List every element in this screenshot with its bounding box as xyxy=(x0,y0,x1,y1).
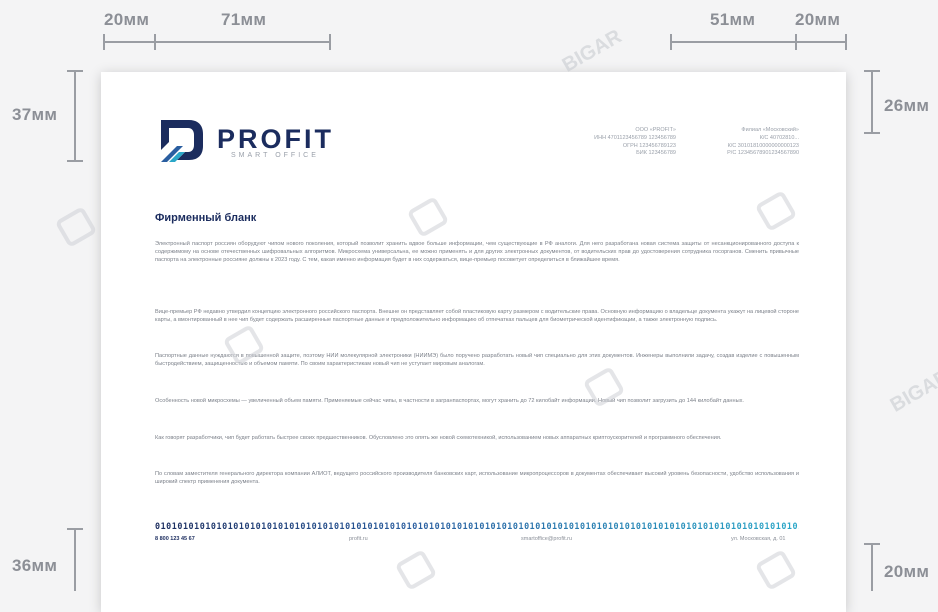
letterhead-sheet: PROFIT SMART OFFICE ООО «PROFIT» ИНН 470… xyxy=(101,72,846,612)
requisites-left: ООО «PROFIT» ИНН 4701123456789 123456789… xyxy=(556,127,676,158)
dim-top-right: 20мм xyxy=(795,10,841,29)
dim-tick xyxy=(670,34,672,50)
requisite-line: Р/С 12345678901234567890 xyxy=(727,150,799,157)
footer-address: ул. Московская, д. 01 xyxy=(731,536,786,542)
body-paragraph: Как говорят разработчики, чип будет рабо… xyxy=(155,435,722,441)
dim-rule-right-bottom xyxy=(871,543,873,591)
body-paragraph: Особенность новой микросхемы — увеличенн… xyxy=(155,398,744,404)
dim-right-top: 26мм xyxy=(884,96,930,115)
dim-tick xyxy=(67,528,83,530)
dim-rule-top-left xyxy=(103,41,331,43)
footer-email: smartoffice@profit.ru xyxy=(521,536,573,542)
dim-rule-top-right xyxy=(670,41,847,43)
requisite-line: ОГРН 123456789123 xyxy=(622,142,676,149)
dim-tick xyxy=(864,70,880,72)
watermark-icon xyxy=(54,206,98,248)
dim-right-bottom: 20мм xyxy=(884,562,930,581)
footer-phone: 8 800 123 45 67 xyxy=(155,536,195,542)
dim-tick xyxy=(67,160,83,162)
requisite-line: БИК 123456789 xyxy=(636,150,676,157)
requisite-line: ИНН 4701123456789 123456789 xyxy=(594,134,676,141)
body-paragraph: По словам заместителя генерального дирек… xyxy=(155,471,799,486)
requisite-line: Филиал «Московский» xyxy=(741,127,799,133)
dim-tick xyxy=(845,34,847,50)
document-title: Фирменный бланк xyxy=(155,212,257,224)
dim-top-left: 20мм xyxy=(104,10,150,29)
watermark-text: BIGAR xyxy=(558,25,626,77)
dim-rule-left-top xyxy=(74,70,76,162)
requisite-line: К/С 40702810... xyxy=(759,134,799,141)
profit-logo-icon xyxy=(161,120,203,162)
brand-name: PROFIT xyxy=(217,124,334,154)
body-paragraph: Электронный паспорт россиян оборудуют чи… xyxy=(155,241,799,264)
dim-top-req: 51мм xyxy=(710,10,756,29)
dim-rule-right-top xyxy=(871,70,873,134)
dim-tick xyxy=(154,34,156,50)
requisite-line: К/С 30101810000000000123 xyxy=(727,142,799,149)
dim-rule-left-bottom xyxy=(74,528,76,591)
requisite-line: ООО «PROFIT» xyxy=(635,127,676,133)
dim-top-logo: 71мм xyxy=(221,10,267,29)
binary-strip: 0101010101010101010101010101010101010101… xyxy=(155,521,799,531)
dim-tick xyxy=(795,34,797,50)
dim-left-bottom: 36мм xyxy=(12,556,58,575)
dim-left-top: 37мм xyxy=(12,105,58,124)
brand-subtitle: SMART OFFICE xyxy=(231,152,319,159)
dim-tick xyxy=(329,34,331,50)
dim-tick xyxy=(67,70,83,72)
dim-tick xyxy=(864,132,880,134)
watermark-text: BIGAR xyxy=(886,365,938,417)
dim-tick xyxy=(864,543,880,545)
requisites-right: Филиал «Московский» К/С 40702810... К/С … xyxy=(691,127,799,158)
body-paragraph: Вице-премьер РФ недавно утвердил концепц… xyxy=(155,309,799,324)
dim-tick xyxy=(103,34,105,50)
footer-site: profit.ru xyxy=(349,536,368,542)
